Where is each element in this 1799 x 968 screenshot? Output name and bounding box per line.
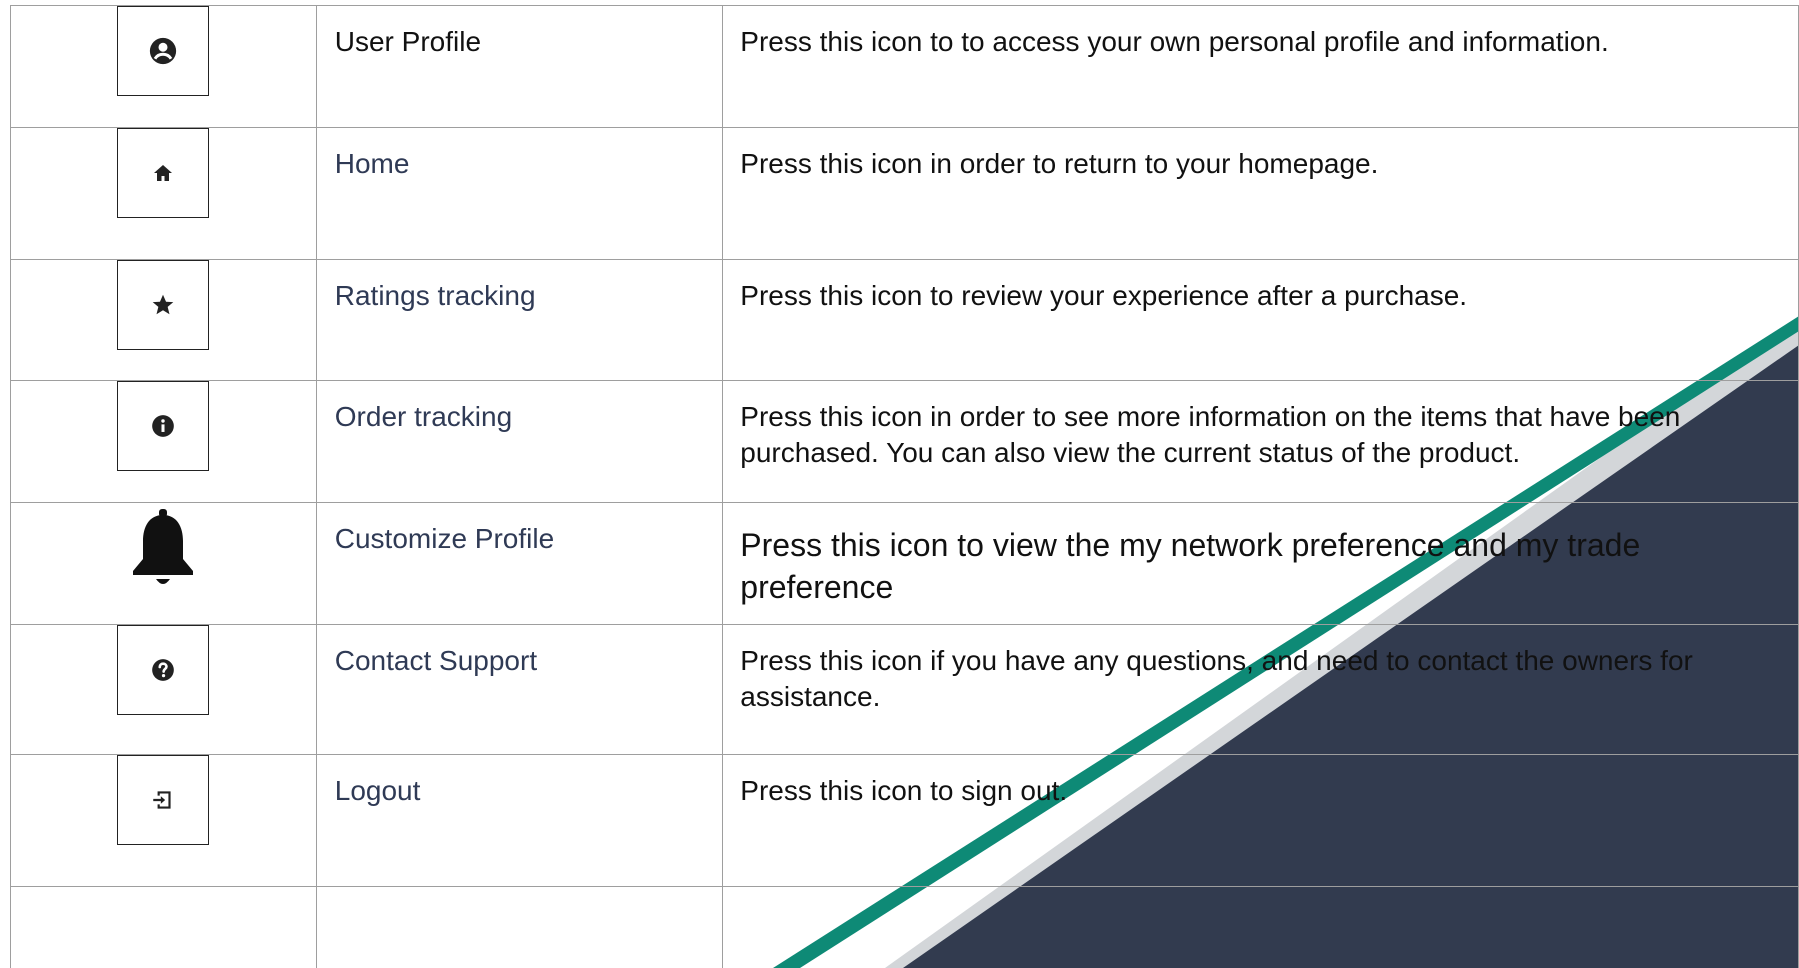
description-cell: Press this icon if you have any question…	[722, 624, 1799, 755]
page: User Profile Press this icon to to acces…	[0, 0, 1799, 968]
icon-cell	[10, 259, 317, 381]
bell-icon[interactable]	[117, 503, 209, 595]
empty-cell	[722, 886, 1799, 968]
icon-guide-table: User Profile Press this icon to to acces…	[10, 5, 1799, 968]
home-icon[interactable]	[117, 128, 210, 218]
table-row: Customize Profile Press this icon to vie…	[10, 502, 1799, 625]
description-cell: Press this icon in order to see more inf…	[722, 380, 1799, 503]
icon-cell	[10, 380, 317, 503]
row-description: Press this icon in order to return to yo…	[740, 148, 1379, 179]
table-row: User Profile Press this icon to to acces…	[10, 5, 1799, 128]
row-description: Press this icon to to access your own pe…	[740, 26, 1609, 57]
icon-cell	[10, 624, 317, 755]
empty-cell	[10, 886, 317, 968]
row-description: Press this icon to sign out.	[740, 775, 1068, 806]
table-row: Contact Support Press this icon if you h…	[10, 624, 1799, 755]
name-cell: Contact Support	[315, 624, 724, 755]
table-row: Order tracking Press this icon in order …	[10, 380, 1799, 503]
icon-cell	[10, 127, 317, 260]
star-icon[interactable]	[117, 260, 210, 350]
row-name: Logout	[334, 775, 421, 806]
row-name: Home	[334, 148, 410, 179]
name-cell: Ratings tracking	[315, 259, 724, 381]
table-row: Ratings tracking Press this icon to revi…	[10, 259, 1799, 381]
row-description: Press this icon in order to see more inf…	[740, 401, 1681, 469]
description-cell: Press this icon in order to return to yo…	[722, 127, 1799, 260]
table-row: Logout Press this icon to sign out.	[10, 754, 1799, 887]
row-description: Press this icon if you have any question…	[740, 645, 1693, 713]
description-cell: Press this icon to review your experienc…	[722, 259, 1799, 381]
name-cell: Logout	[315, 754, 724, 887]
row-name: User Profile	[334, 26, 482, 57]
row-name: Customize Profile	[334, 523, 555, 554]
logout-icon[interactable]	[117, 755, 210, 845]
name-cell: User Profile	[315, 5, 724, 128]
description-cell: Press this icon to view the my network p…	[722, 502, 1799, 625]
row-name: Ratings tracking	[334, 280, 536, 311]
name-cell: Home	[315, 127, 724, 260]
account-circle-icon[interactable]	[117, 6, 210, 96]
icon-cell	[10, 502, 317, 625]
table-row-empty	[10, 886, 1799, 968]
description-cell: Press this icon to to access your own pe…	[722, 5, 1799, 128]
row-description: Press this icon to view the my network p…	[740, 527, 1641, 605]
icon-cell	[10, 754, 317, 887]
table-row: Home Press this icon in order to return …	[10, 127, 1799, 260]
empty-cell	[315, 886, 724, 968]
row-name: Order tracking	[334, 401, 513, 432]
row-name: Contact Support	[334, 645, 538, 676]
name-cell: Customize Profile	[315, 502, 724, 625]
name-cell: Order tracking	[315, 380, 724, 503]
icon-cell	[10, 5, 317, 128]
description-cell: Press this icon to sign out.	[722, 754, 1799, 887]
info-icon[interactable]	[117, 381, 210, 471]
help-icon[interactable]	[117, 625, 210, 715]
row-description: Press this icon to review your experienc…	[740, 280, 1468, 311]
